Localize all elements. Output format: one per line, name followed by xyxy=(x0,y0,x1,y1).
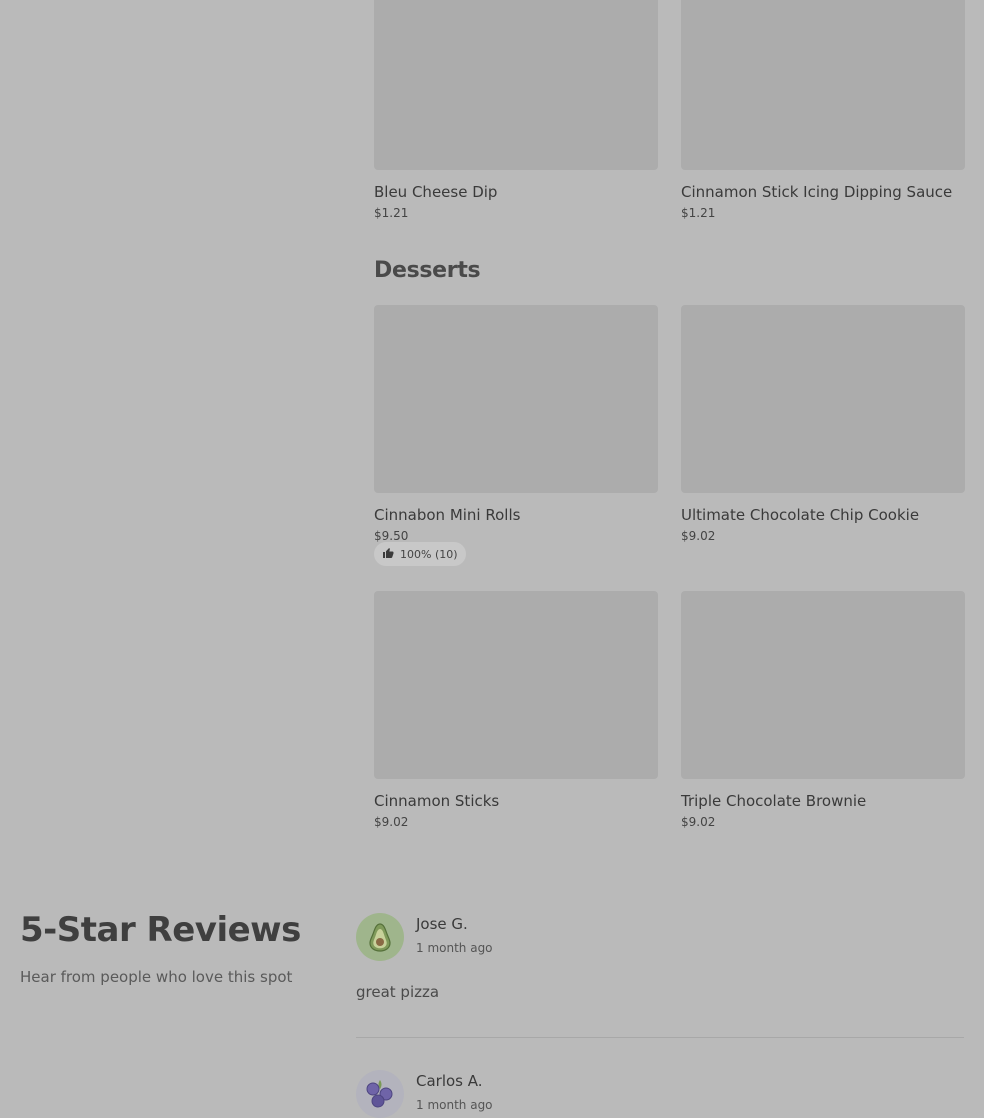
rating-badge: 100% (10) xyxy=(374,542,466,566)
item-image xyxy=(681,305,965,493)
avatar xyxy=(356,913,404,961)
item-price: $9.02 xyxy=(681,815,716,829)
menu-item-bleu-cheese-dip[interactable]: Bleu Cheese Dip $1.21 xyxy=(374,0,658,222)
item-price: $9.02 xyxy=(374,815,409,829)
section-title-desserts: Desserts xyxy=(374,258,481,283)
avocado-icon xyxy=(356,923,404,961)
item-price: $1.21 xyxy=(374,206,409,220)
item-price: $9.02 xyxy=(681,529,716,543)
reviews-subtitle: Hear from people who love this spot xyxy=(20,968,293,986)
item-name: Bleu Cheese Dip xyxy=(374,183,498,201)
review-author: Jose G. xyxy=(416,915,468,933)
item-price: $1.21 xyxy=(681,206,716,220)
menu-item-triple-chocolate-brownie[interactable]: Triple Chocolate Brownie $9.02 xyxy=(681,591,965,831)
review-time: 1 month ago xyxy=(416,941,493,955)
thumbs-up-icon xyxy=(382,547,394,562)
item-image xyxy=(374,305,658,493)
item-name: Triple Chocolate Brownie xyxy=(681,792,867,810)
review-author: Carlos A. xyxy=(416,1072,483,1090)
avatar xyxy=(356,1070,404,1118)
item-name: Ultimate Chocolate Chip Cookie xyxy=(681,506,920,524)
review-time: 1 month ago xyxy=(416,1098,493,1112)
item-image xyxy=(374,0,658,170)
item-name: Cinnabon Mini Rolls xyxy=(374,506,521,524)
menu-item-cinnabon-mini-rolls[interactable]: Cinnabon Mini Rolls $9.50 xyxy=(374,305,658,545)
item-image xyxy=(374,591,658,779)
review-divider xyxy=(356,1037,964,1038)
rating-text: 100% (10) xyxy=(400,547,458,561)
blueberry-icon xyxy=(356,1080,404,1118)
item-image xyxy=(681,0,965,170)
item-name: Cinnamon Stick Icing Dipping Sauce xyxy=(681,183,953,201)
item-image xyxy=(681,591,965,779)
reviews-title: 5-Star Reviews xyxy=(20,910,301,950)
menu-item-cinnamon-sticks[interactable]: Cinnamon Sticks $9.02 xyxy=(374,591,658,831)
item-name: Cinnamon Sticks xyxy=(374,792,500,810)
menu-item-cinnamon-icing-sauce[interactable]: Cinnamon Stick Icing Dipping Sauce $1.21 xyxy=(681,0,965,222)
menu-item-ultimate-chocolate-chip-cookie[interactable]: Ultimate Chocolate Chip Cookie $9.02 xyxy=(681,305,965,545)
review-text: great pizza xyxy=(356,983,440,1001)
